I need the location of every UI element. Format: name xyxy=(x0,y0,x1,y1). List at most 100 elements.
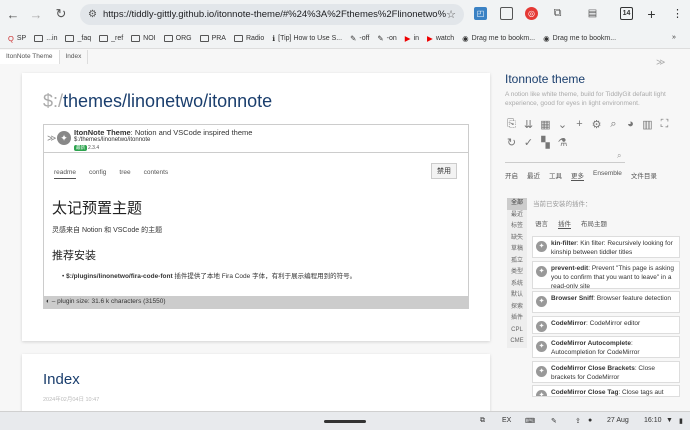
gear-icon[interactable]: ⚙ xyxy=(590,118,603,131)
tab-contents[interactable]: contents xyxy=(144,169,169,179)
vtab-types[interactable]: 类型 xyxy=(507,267,527,279)
url-text[interactable]: https://tiddly-gittly.github.io/itonnote… xyxy=(103,9,446,20)
tab-tools[interactable]: 工具 xyxy=(549,170,562,181)
site-info-icon[interactable]: ⚙ xyxy=(88,9,97,20)
tab-tree[interactable]: tree xyxy=(119,169,130,179)
tab-itonnote-theme[interactable]: ItonNote Theme xyxy=(0,50,60,64)
bookmark-folder[interactable]: Radio xyxy=(233,35,264,42)
bookmark-youtube[interactable]: ▶ in xyxy=(405,34,419,43)
sidebar-toggle-icon[interactable]: ≫ xyxy=(656,57,665,68)
vtab-orphans[interactable]: 孤立 xyxy=(507,255,527,267)
bookmark-sp[interactable]: Q SP xyxy=(8,34,26,43)
plugin-name: ItonNote Theme xyxy=(74,128,131,137)
vtab-cme[interactable]: CME xyxy=(507,336,527,348)
sidebar-icon[interactable]: ▥ xyxy=(641,118,654,131)
overview-icon[interactable]: ⧉ xyxy=(480,417,485,425)
vtab-cpl[interactable]: CPL xyxy=(507,324,527,336)
bookmark-tip[interactable]: ℹ [Tip] How to Use S... xyxy=(272,34,342,43)
extensions-puzzle-icon[interactable]: ⧉ xyxy=(551,7,564,20)
tab-files[interactable]: 文件目录 xyxy=(631,170,657,181)
vtab-missing[interactable]: 缺失 xyxy=(507,232,527,244)
back-icon[interactable]: ← xyxy=(2,3,24,25)
search-icon[interactable]: ⌕ xyxy=(607,118,620,131)
vtab-system[interactable]: 系统 xyxy=(507,278,527,290)
new-tiddler-icon[interactable]: ⎘ xyxy=(505,118,518,131)
reload-icon[interactable]: ↻ xyxy=(50,3,72,25)
bookmark-drag[interactable]: ◉ Drag me to bookm... xyxy=(543,34,616,43)
vtab-tags[interactable]: 标签 xyxy=(507,221,527,233)
menu-icon[interactable]: ⋮ xyxy=(671,7,684,20)
tab-plugins[interactable]: 插件 xyxy=(558,218,571,229)
list-item[interactable]: ✦ Browser Sniff: Browser feature detectio… xyxy=(532,291,680,313)
layout-icon[interactable]: ▚ xyxy=(539,136,552,149)
fold-icon[interactable]: ⇊ xyxy=(522,118,535,131)
disable-button[interactable]: 禁用 xyxy=(431,163,457,179)
vtab-all[interactable]: 全部 xyxy=(507,198,527,210)
folder-icon xyxy=(99,35,109,42)
refresh-icon[interactable]: ↻ xyxy=(505,136,518,149)
tab-themes[interactable]: 布局主题 xyxy=(581,218,607,229)
forward-icon[interactable]: → xyxy=(25,3,47,25)
bookmark-off[interactable]: ✎ -off xyxy=(350,34,369,43)
plugin-description: : Notion and VSCode inspired theme xyxy=(130,128,253,137)
theme-icon[interactable]: ◕ xyxy=(624,118,637,131)
keyboard-mode-label[interactable]: EX xyxy=(502,417,511,424)
sidebar-search-input[interactable] xyxy=(505,151,625,163)
tab-open[interactable]: 开启 xyxy=(505,170,518,181)
list-item[interactable]: ✦ CodeMirror Close Tag: Close tags aut xyxy=(532,385,680,397)
chevron-down-icon[interactable]: ≫ xyxy=(47,133,56,144)
new-journal-icon[interactable]: ▦ xyxy=(539,118,552,131)
plugin-header[interactable]: ≫ ✦ ItonNote Theme: Notion and VSCode in… xyxy=(44,125,468,153)
cast-icon[interactable] xyxy=(500,7,513,20)
vtab-default[interactable]: 默认 xyxy=(507,290,527,302)
tab-recent[interactable]: 最近 xyxy=(527,170,540,181)
bookmark-folder[interactable]: NOI xyxy=(131,35,156,42)
address-bar[interactable]: ⚙ https://tiddly-gittly.github.io/itonno… xyxy=(80,4,464,25)
tab-readme[interactable]: readme xyxy=(54,169,77,179)
vtab-drafts[interactable]: 草稿 xyxy=(507,244,527,256)
bookmark-folder[interactable]: ...in xyxy=(34,35,57,42)
pen-icon[interactable]: ✎ xyxy=(551,417,557,425)
extension-icon[interactable]: ◰ xyxy=(474,7,487,20)
bookmark-folder[interactable]: _faq xyxy=(65,35,91,42)
tab-languages[interactable]: 语言 xyxy=(535,218,548,229)
plugin-link[interactable]: $:/plugins/linonetwo/fira-code-font xyxy=(66,273,173,280)
plugin-size-bar[interactable]: ◐ – plugin size: 31.6 k characters (3155… xyxy=(43,296,469,309)
check-icon[interactable]: ✓ xyxy=(522,136,535,149)
list-item[interactable]: ✦ prevent-edit: Prevent "This page is ask… xyxy=(532,260,680,289)
bookmarks-more[interactable]: » xyxy=(672,34,676,41)
chevron-down-icon[interactable]: ⌄ xyxy=(556,118,569,131)
bookmark-on[interactable]: ✎ -on xyxy=(377,34,396,43)
bookmark-star-icon[interactable]: ☆ xyxy=(446,8,456,21)
list-item[interactable]: ✦ CodeMirror Close Brackets: Close bracke… xyxy=(532,360,680,383)
plugin-path: $:/themes/linonetwo/itonnote xyxy=(74,137,151,143)
tab-ensemble[interactable]: Ensemble xyxy=(593,170,622,181)
bookmark-drag[interactable]: ◉ Drag me to bookm... xyxy=(462,34,535,43)
tiddler-title: Index xyxy=(43,371,80,388)
tab-count[interactable]: 14 xyxy=(620,7,633,20)
search-icon[interactable]: ⌕ xyxy=(617,151,621,161)
adblock-icon[interactable]: ◎ xyxy=(525,7,538,20)
tab-more[interactable]: 更多 xyxy=(571,170,584,181)
new-tab-icon[interactable]: + xyxy=(645,6,658,22)
list-item[interactable]: ✦ kin-filter: Kin filter: Recursively loo… xyxy=(532,236,680,258)
vtab-explore[interactable]: 探索 xyxy=(507,301,527,313)
site-title: Itonnote theme xyxy=(505,72,586,86)
bookmark-youtube[interactable]: ▶ watch xyxy=(427,34,454,43)
fullscreen-icon[interactable]: ⛶ xyxy=(658,118,671,131)
home-handle[interactable] xyxy=(324,420,366,423)
plus-icon[interactable]: + xyxy=(573,118,586,131)
bookmark-folder[interactable]: _ref xyxy=(99,35,123,42)
tab-config[interactable]: config xyxy=(89,169,106,179)
bookmark-folder[interactable]: PRA xyxy=(199,35,226,42)
vtab-plugins[interactable]: 插件 xyxy=(507,313,527,325)
list-item[interactable]: ✦ CodeMirror Autocomplete: Autocompletion… xyxy=(532,336,680,358)
reading-mode-icon[interactable]: ▤ xyxy=(586,7,599,20)
page-controls: ⎘ ⇊ ▦ ⌄ + ⚙ ⌕ ◕ ▥ ⛶ ↻ ✓ ▚ ⚗ xyxy=(505,118,675,149)
flask-icon[interactable]: ⚗ xyxy=(556,136,569,149)
list-item[interactable]: ✦ CodeMirror: CodeMirror editor xyxy=(532,315,680,334)
keyboard-icon[interactable]: ⌨ xyxy=(525,417,535,425)
bookmark-folder[interactable]: ORG xyxy=(163,35,192,42)
vtab-recent[interactable]: 最近 xyxy=(507,209,527,221)
tab-index[interactable]: Index xyxy=(59,50,89,64)
